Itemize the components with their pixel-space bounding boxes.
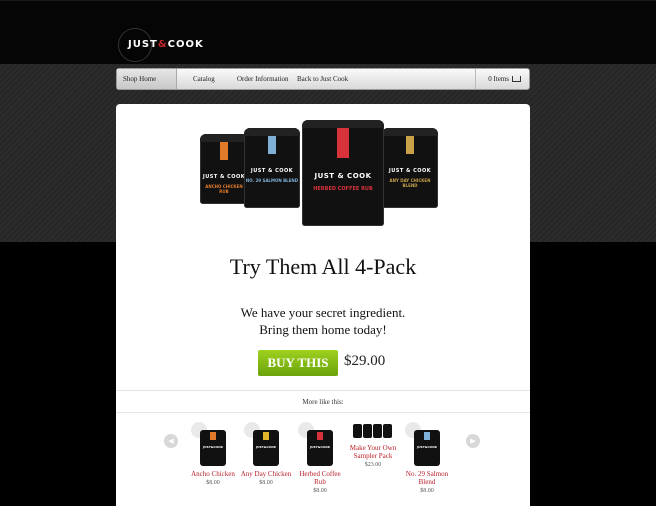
product-thumbnail[interactable]: JUST&COOK [307,430,333,466]
related-product-price: $8.00 [420,488,434,494]
tin-salmon-blend: JUST & COOK NO. 29 SALMON BLEND [244,128,300,208]
product-hero-image: JUST & COOK ANCHO CHICKEN RUB JUST & COO… [200,120,446,228]
tagline-line-1: We have your secret ingredient. [240,305,406,320]
related-product-price: $23.00 [364,462,382,468]
logo-ampersand: & [157,39,168,50]
tin-any-day-chicken: JUST & COOK ANY DAY CHICKEN BLEND [382,128,438,208]
related-product[interactable]: JUST&COOK No. 29 Salmon Blend $8.00 [401,420,453,494]
tin-flavor-label: ANCHO CHICKEN RUB [205,184,243,194]
chevron-left-icon[interactable]: ◀ [164,434,178,448]
related-product-name[interactable]: No. 29 Salmon Blend [401,470,453,486]
related-product-name[interactable]: Make Your Own Sampler Pack [347,444,399,460]
tagline-line-2: Bring them home today! [259,322,387,337]
product-thumbnail[interactable]: JUST&COOK [414,430,440,466]
tin-flavor-label: HERBED COFFEE RUB [313,186,373,192]
related-product[interactable]: JUST&COOK Any Day Chicken $8.00 [240,420,292,486]
related-product-price: $8.00 [313,488,327,494]
just-cook-logo[interactable]: JUST&COOK [118,28,208,62]
top-header [0,0,656,64]
tin-flavor-label: ANY DAY CHICKEN BLEND [389,178,431,188]
tin-flavor-label: NO. 29 SALMON BLEND [245,178,299,183]
product-tagline: We have your secret ingredient. Bring th… [116,304,530,338]
logo-word-just: JUST [128,39,158,50]
cart-button[interactable]: 0 Items [475,69,529,89]
cart-label: 0 Items [488,75,509,83]
related-product-price: $8.00 [259,480,273,486]
product-price: $29.00 [344,353,386,369]
chevron-right-icon[interactable]: ▶ [466,434,480,448]
related-product-price: $8.00 [206,480,220,486]
related-product-name[interactable]: Any Day Chicken [240,470,292,478]
related-product[interactable]: JUST&COOK Ancho Chicken $8.00 [187,420,239,486]
nav-shop-home[interactable]: Shop Home [117,69,177,89]
tin-herbed-coffee: JUST & COOK HERBED COFFEE RUB [302,120,384,226]
nav-catalog[interactable]: Catalog [187,69,221,89]
tin-brand-label: JUST & COOK [250,168,294,174]
buy-this-button[interactable]: BUY THIS [258,350,338,376]
product-thumbnail[interactable] [353,424,393,440]
divider [116,390,530,391]
nav-order-information[interactable]: Order Information [231,69,295,89]
product-thumbnail[interactable]: JUST&COOK [253,430,279,466]
product-card: JUST & COOK ANCHO CHICKEN RUB JUST & COO… [116,104,530,506]
divider [116,412,530,413]
tin-brand-label: JUST & COOK [388,168,432,174]
tin-brand-label: JUST & COOK [202,174,246,180]
tin-brand-label: JUST & COOK [314,172,372,180]
nav-back-to-just-cook[interactable]: Back to Just Cook [291,69,354,89]
product-thumbnail[interactable]: JUST&COOK [200,430,226,466]
related-product-name[interactable]: Herbed Coffee Rub [294,470,346,486]
main-nav: Shop Home Catalog Order Information Back… [116,68,530,90]
tin-ancho-chicken: JUST & COOK ANCHO CHICKEN RUB [200,134,248,204]
product-title: Try Them All 4-Pack [229,254,417,279]
cart-icon [512,76,521,82]
more-like-this-heading: More like this: [302,398,344,406]
related-product[interactable]: Make Your Own Sampler Pack $23.00 [347,420,399,468]
logo-word-cook: COOK [167,39,204,50]
related-product-name[interactable]: Ancho Chicken [187,470,239,478]
related-product[interactable]: JUST&COOK Herbed Coffee Rub $8.00 [294,420,346,494]
